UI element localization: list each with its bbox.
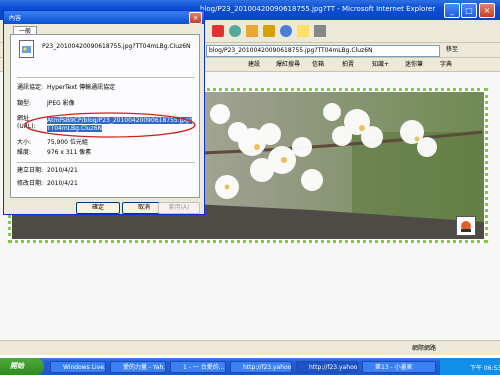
taskbar-item[interactable]: 第13 - 小畫家 xyxy=(362,361,436,373)
taskbar-item[interactable]: http://f23.yahoof... xyxy=(296,361,358,373)
image-toolbar-icon[interactable] xyxy=(456,216,476,236)
link-item[interactable]: 字典 xyxy=(440,59,452,70)
browser-title: blog/P23_20100420090618755.jpg?TT - Micr… xyxy=(200,5,436,13)
link-item[interactable]: 知識+ xyxy=(372,59,389,70)
dialog-close-button[interactable]: × xyxy=(189,12,202,24)
clock: 下午 06:53 xyxy=(470,365,500,372)
divider xyxy=(17,77,195,78)
refresh-icon[interactable] xyxy=(229,25,241,37)
taskbar-item[interactable]: 愛的力量 - Yah... xyxy=(110,361,166,373)
type-label: 類型: xyxy=(17,100,32,107)
red-annotation-ellipse xyxy=(24,112,196,138)
size-label: 大小: xyxy=(17,139,32,146)
minimize-button[interactable]: _ xyxy=(444,3,460,18)
link-item[interactable]: 信箱 xyxy=(312,59,324,70)
file-icon xyxy=(19,40,34,58)
taskbar-item[interactable]: http://f23.yahoof... xyxy=(230,361,292,373)
history-icon[interactable] xyxy=(280,25,292,37)
home-icon[interactable] xyxy=(246,25,258,37)
link-item[interactable]: 迷你筆 xyxy=(405,59,423,70)
created-value: 2010/4/21 xyxy=(47,167,78,174)
link-item[interactable]: 爆紅搜尋 xyxy=(276,59,300,70)
apply-button[interactable]: 套用(A) xyxy=(158,202,200,214)
address-input[interactable]: blog/P23_20100420090618755.jpg?TT04mLBg.… xyxy=(206,45,440,57)
close-button[interactable]: × xyxy=(479,3,495,18)
link-item[interactable]: 拍賣 xyxy=(342,59,354,70)
protocol-value: HyperText 傳輸通訊協定 xyxy=(47,84,116,91)
dimensions-label: 維度: xyxy=(17,149,32,156)
created-label: 建立日期: xyxy=(17,167,44,174)
modified-label: 修改日期: xyxy=(17,180,44,187)
size-value: 75,900 位元組 xyxy=(47,139,88,146)
modified-value: 2010/4/21 xyxy=(47,180,78,187)
start-button[interactable]: 開始 xyxy=(0,358,44,375)
dialog-title: 內容 xyxy=(9,15,22,22)
maximize-button[interactable]: □ xyxy=(461,3,477,18)
taskbar-item[interactable]: 1 - 一 台愛的... xyxy=(170,361,226,373)
go-button[interactable]: 移至 xyxy=(446,44,474,56)
status-zone: 網際網路 xyxy=(412,345,437,352)
dialog-title-bar[interactable] xyxy=(4,11,204,24)
protocol-label: 通訊協定: xyxy=(17,84,44,91)
file-name: P23_20100420090618755.jpg?TT04mLBg.Cluz6… xyxy=(42,43,191,50)
dimensions-value: 976 x 311 像素 xyxy=(47,149,92,156)
stop-icon[interactable] xyxy=(212,25,224,37)
print-icon[interactable] xyxy=(314,25,326,37)
type-value: JPEG 影像 xyxy=(47,100,75,107)
divider xyxy=(17,162,195,163)
link-item[interactable]: 建設 xyxy=(248,59,260,70)
taskbar-item[interactable]: Windows Live... xyxy=(50,361,106,373)
favorites-icon[interactable] xyxy=(263,25,275,37)
ok-button[interactable]: 確定 xyxy=(76,202,120,214)
mail-icon[interactable] xyxy=(297,25,309,37)
